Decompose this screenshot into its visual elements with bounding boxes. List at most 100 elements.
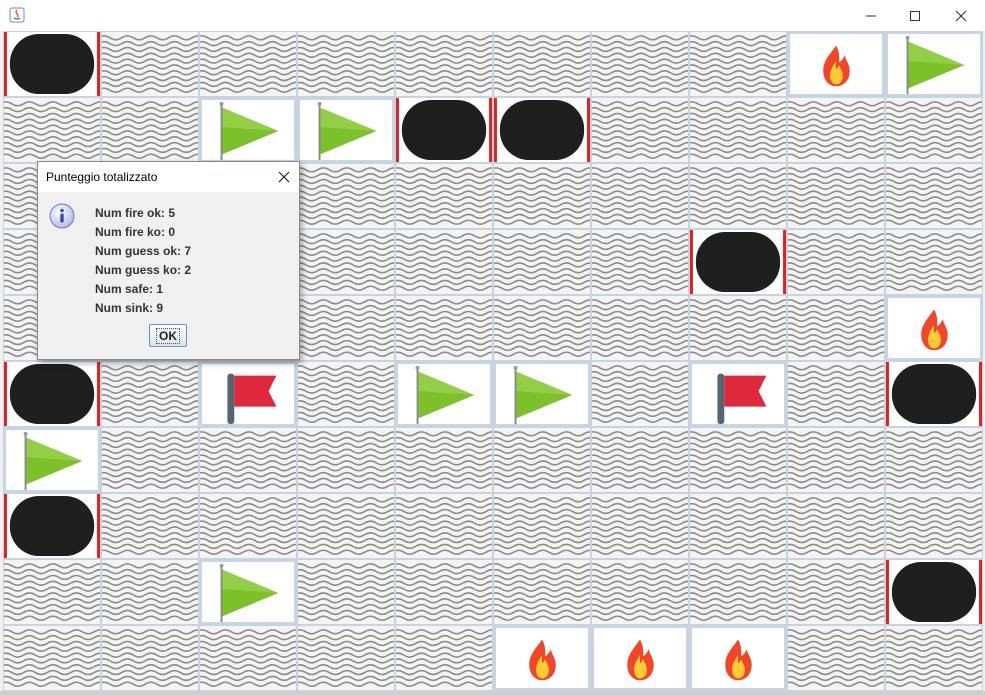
- board-cell[interactable]: [395, 31, 493, 97]
- board-cell[interactable]: [101, 493, 199, 559]
- dialog-close-button[interactable]: [275, 168, 293, 186]
- board-cell[interactable]: [493, 163, 591, 229]
- board-cell[interactable]: [101, 31, 199, 97]
- board-cell[interactable]: [101, 427, 199, 493]
- board-cell[interactable]: [689, 625, 787, 691]
- board-cell[interactable]: [493, 559, 591, 625]
- board-cell[interactable]: [493, 361, 591, 427]
- board-cell[interactable]: [689, 31, 787, 97]
- board-cell[interactable]: [297, 229, 395, 295]
- board-cell[interactable]: [787, 229, 885, 295]
- board-cell[interactable]: [885, 163, 983, 229]
- board-cell[interactable]: [199, 625, 297, 691]
- board-cell[interactable]: [395, 229, 493, 295]
- board-cell[interactable]: [885, 31, 983, 97]
- board-cell[interactable]: [297, 427, 395, 493]
- maximize-button[interactable]: [892, 0, 938, 31]
- board-cell[interactable]: [493, 493, 591, 559]
- board-cell[interactable]: [3, 625, 101, 691]
- board-cell[interactable]: [493, 427, 591, 493]
- ok-button[interactable]: OK: [149, 324, 187, 347]
- board-cell[interactable]: [787, 493, 885, 559]
- board-cell[interactable]: [885, 295, 983, 361]
- board-cell[interactable]: [199, 31, 297, 97]
- board-cell[interactable]: [787, 163, 885, 229]
- board-cell[interactable]: [591, 625, 689, 691]
- board-cell[interactable]: [689, 361, 787, 427]
- board-cell[interactable]: [395, 559, 493, 625]
- board-cell[interactable]: [689, 295, 787, 361]
- board-cell[interactable]: [787, 361, 885, 427]
- board-cell[interactable]: [199, 97, 297, 163]
- board-cell[interactable]: [297, 493, 395, 559]
- board-cell[interactable]: [885, 427, 983, 493]
- board-cell[interactable]: [591, 97, 689, 163]
- board-cell[interactable]: [787, 427, 885, 493]
- board-cell[interactable]: [787, 31, 885, 97]
- board-cell[interactable]: [493, 31, 591, 97]
- board-cell[interactable]: [297, 31, 395, 97]
- board-cell[interactable]: [885, 97, 983, 163]
- board-cell[interactable]: [395, 97, 493, 163]
- board-cell[interactable]: [591, 559, 689, 625]
- board-cell[interactable]: [787, 625, 885, 691]
- board-cell[interactable]: [3, 31, 101, 97]
- board-cell[interactable]: [395, 493, 493, 559]
- board-cell[interactable]: [101, 361, 199, 427]
- board-cell[interactable]: [591, 163, 689, 229]
- board-cell[interactable]: [395, 295, 493, 361]
- board-cell[interactable]: [591, 427, 689, 493]
- board-cell[interactable]: [101, 559, 199, 625]
- board-cell[interactable]: [787, 97, 885, 163]
- board-cell[interactable]: [885, 559, 983, 625]
- board-cell[interactable]: [199, 493, 297, 559]
- board-cell[interactable]: [493, 229, 591, 295]
- board-cell[interactable]: [297, 361, 395, 427]
- board-cell[interactable]: [689, 163, 787, 229]
- board-cell[interactable]: [885, 361, 983, 427]
- board-cell[interactable]: [787, 295, 885, 361]
- board-cell[interactable]: [395, 163, 493, 229]
- board-cell[interactable]: [199, 559, 297, 625]
- board-cell[interactable]: [101, 97, 199, 163]
- board-cell[interactable]: [493, 625, 591, 691]
- board-cell[interactable]: [297, 295, 395, 361]
- board-cell[interactable]: [297, 97, 395, 163]
- board-cell[interactable]: [493, 97, 591, 163]
- board-cell[interactable]: [3, 427, 101, 493]
- board-cell[interactable]: [591, 31, 689, 97]
- water-tile: [396, 428, 492, 492]
- board-cell[interactable]: [885, 625, 983, 691]
- board-cell[interactable]: [885, 493, 983, 559]
- board-cell[interactable]: [591, 361, 689, 427]
- board-cell[interactable]: [395, 427, 493, 493]
- board-cell[interactable]: [689, 493, 787, 559]
- board-cell[interactable]: [591, 295, 689, 361]
- board-cell[interactable]: [689, 427, 787, 493]
- board-cell[interactable]: [3, 97, 101, 163]
- board-cell[interactable]: [199, 361, 297, 427]
- board-cell[interactable]: [297, 163, 395, 229]
- board-cell[interactable]: [689, 229, 787, 295]
- board-cell[interactable]: [199, 427, 297, 493]
- fire-icon: [788, 32, 884, 96]
- board-cell[interactable]: [297, 559, 395, 625]
- board-cell[interactable]: [3, 361, 101, 427]
- board-cell[interactable]: [493, 295, 591, 361]
- board-cell[interactable]: [101, 625, 199, 691]
- board-cell[interactable]: [591, 229, 689, 295]
- board-cell[interactable]: [395, 625, 493, 691]
- board-cell[interactable]: [3, 559, 101, 625]
- board-cell[interactable]: [591, 493, 689, 559]
- fire-icon: [494, 626, 590, 690]
- board-cell[interactable]: [885, 229, 983, 295]
- board-cell[interactable]: [787, 559, 885, 625]
- board-cell[interactable]: [3, 493, 101, 559]
- board-cell[interactable]: [395, 361, 493, 427]
- board-cell[interactable]: [689, 559, 787, 625]
- board-cell[interactable]: [689, 97, 787, 163]
- minimize-button[interactable]: [848, 0, 894, 31]
- close-window-button[interactable]: [938, 0, 984, 31]
- water-tile: [396, 626, 492, 690]
- board-cell[interactable]: [297, 625, 395, 691]
